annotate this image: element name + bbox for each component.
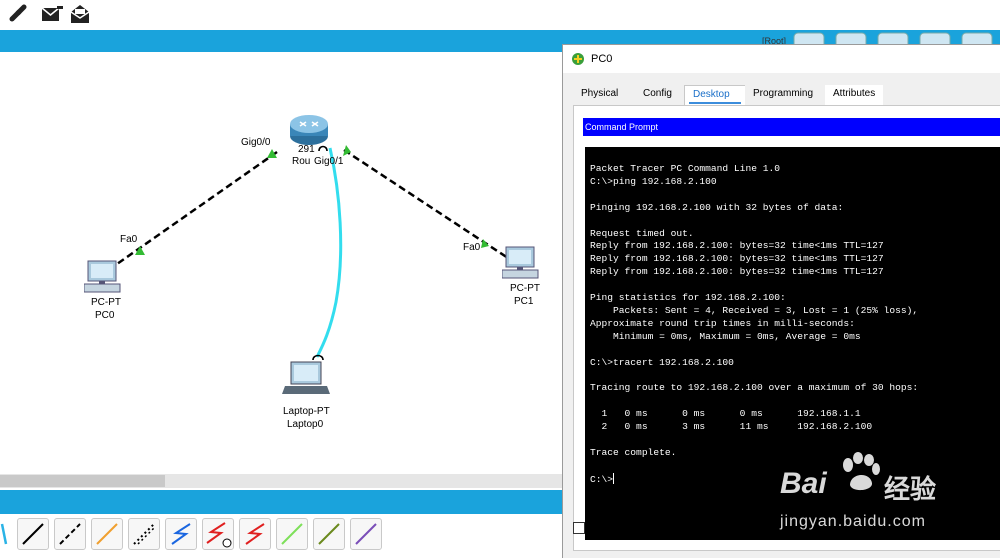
serial-dte-cable-tool[interactable] [239,518,271,550]
octal-cable-tool[interactable] [276,518,308,550]
command-prompt-title: Command Prompt [585,122,659,132]
device-type-strip [0,490,562,514]
console-cable-icon[interactable] [0,518,8,550]
laptop0-icon[interactable] [282,360,330,400]
pc0-window-title: PC0 [591,53,613,65]
phone-cable-icon [133,523,155,545]
watermark-url: jingyan.baidu.com [780,513,926,530]
straight-through-cable-tool[interactable] [17,518,49,550]
watermark-brand: Bai [780,467,827,500]
fiber-cable-icon [96,523,118,545]
crossover-cable-icon [59,523,81,545]
coaxial-cable-icon [171,523,191,545]
terminal-cursor [613,472,615,484]
router-name-label: Rou [292,156,311,167]
pc0-name-label: PC0 [95,310,115,321]
port-label-gig0-0: Gig0/0 [241,137,271,148]
port-label-pc0-fa0: Fa0 [120,234,138,245]
link-router-pc0[interactable] [116,150,278,266]
watermark-suffix: 经验 [884,474,937,504]
fiber-cable-tool[interactable] [91,518,123,550]
phone-cable-tool[interactable] [128,518,160,550]
tab-desktop[interactable]: Desktop [684,85,746,105]
octal-cable-icon [281,523,303,545]
app-logo-icon [572,53,584,65]
tab-attributes[interactable]: Attributes [825,85,884,105]
router-model-label: 291 [298,144,315,155]
router-icon[interactable] [288,112,330,148]
iot-cable-icon [318,523,340,545]
top-checkbox-label: Top [591,523,608,534]
port-label-pc1-fa0: Fa0 [463,242,481,253]
iot-cable-tool[interactable] [313,518,345,550]
scrollbar-thumb[interactable] [0,475,165,487]
pc0-window-titlebar[interactable]: PC0 [563,45,1000,73]
mail-icon[interactable] [40,3,64,25]
pc1-type-label: PC-PT [510,283,540,294]
terminal-output: Packet Tracer PC Command Line 1.0 C:\>pi… [590,163,919,485]
logical-workspace[interactable]: 291 Rou Gig0/0 Gig0/1 Fa0 PC-PT PC0 Fa0 … [0,52,562,488]
usb-cable-tool[interactable] [350,518,382,550]
laptop0-name-label: Laptop0 [287,419,324,430]
tab-physical[interactable]: Physical [573,85,627,105]
pc0-type-label: PC-PT [91,297,121,308]
serial-dce-cable-icon [206,522,232,548]
pc0-icon[interactable] [84,259,122,295]
pc1-icon[interactable] [502,245,540,281]
packet-tracer-window: [Root] 291 Rou Gig0/0 Gig0/1 Fa0 PC-PT P… [0,0,1000,558]
top-toolbar [0,0,1000,30]
straight-through-cable-icon [22,523,44,545]
crossover-cable-tool[interactable] [54,518,86,550]
open-mail-icon[interactable] [68,3,92,25]
tab-config[interactable]: Config [635,85,680,105]
top-checkbox[interactable] [573,522,585,534]
link-icon[interactable] [6,3,30,25]
coaxial-cable-tool[interactable] [165,518,197,550]
wireless-port-icon [318,145,328,152]
tab-programming[interactable]: Programming [745,85,822,105]
paw-icon [843,452,880,491]
laptop0-type-label: Laptop-PT [283,406,330,417]
serial-dte-cable-icon [245,523,265,545]
link-router-laptop0[interactable] [315,147,343,358]
serial-dce-cable-tool[interactable] [202,518,234,550]
usb-cable-icon [355,523,377,545]
pc1-name-label: PC1 [514,296,534,307]
port-label-gig0-1: Gig0/1 [314,156,344,167]
